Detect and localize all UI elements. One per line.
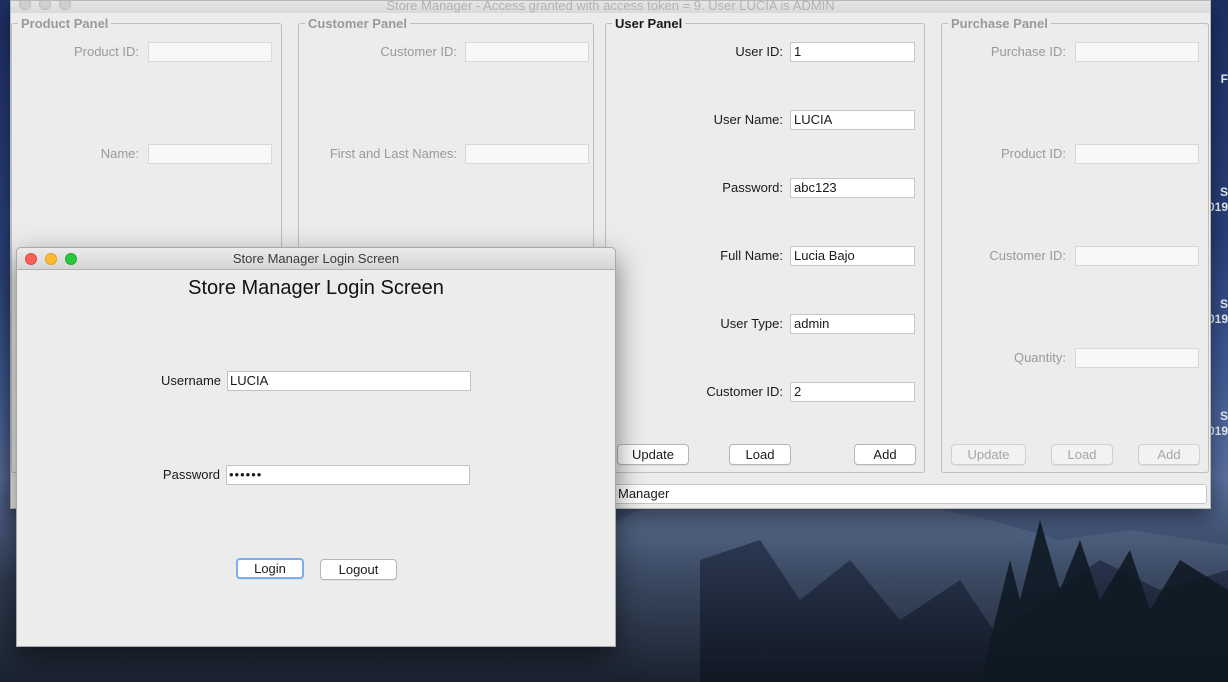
customer-id-field[interactable] xyxy=(465,42,589,62)
user-id-label: User ID: xyxy=(735,44,783,59)
full-name-label: Full Name: xyxy=(720,248,783,263)
purchase-id-field[interactable] xyxy=(1075,42,1199,62)
user-id-field[interactable]: 1 xyxy=(790,42,915,62)
customer-id-row: Customer ID: xyxy=(299,42,593,62)
product-name-row: Name: xyxy=(12,144,281,164)
password-row: Password •••••• xyxy=(17,465,617,485)
user-name-row: User Name: LUCIA xyxy=(606,110,924,130)
login-window-title: Store Manager Login Screen xyxy=(232,251,400,266)
user-type-row: User Type: admin xyxy=(606,314,924,334)
user-customer-id-field[interactable]: 2 xyxy=(790,382,915,402)
quantity-row: Quantity: xyxy=(942,348,1208,368)
user-name-field[interactable]: LUCIA xyxy=(790,110,915,130)
user-update-button[interactable]: Update xyxy=(617,444,689,465)
panel-title: Customer Panel xyxy=(305,16,410,31)
customer-names-field[interactable] xyxy=(465,144,589,164)
desktop-file-label[interactable]: S xyxy=(1220,297,1228,311)
window-title: Store Manager - Access granted with acce… xyxy=(386,1,835,13)
purchase-load-button[interactable]: Load xyxy=(1051,444,1113,465)
desktop-file-label[interactable]: S xyxy=(1220,409,1228,423)
password-input[interactable]: •••••• xyxy=(226,465,470,485)
password-field[interactable]: abc123 xyxy=(790,178,915,198)
customer-id-label: Customer ID: xyxy=(380,44,457,59)
purchase-customer-id-label: Customer ID: xyxy=(989,248,1066,263)
full-name-row: Full Name: Lucia Bajo xyxy=(606,246,924,266)
main-titlebar[interactable]: Store Manager - Access granted with acce… xyxy=(11,1,1210,13)
panel-title: Product Panel xyxy=(18,16,112,31)
customer-names-row: First and Last Names: xyxy=(299,144,593,164)
purchase-product-id-label: Product ID: xyxy=(1000,146,1066,161)
quantity-label: Quantity: xyxy=(1013,350,1066,365)
quantity-field[interactable] xyxy=(1075,348,1199,368)
user-customer-id-label: Customer ID: xyxy=(706,384,783,399)
customer-names-label: First and Last Names: xyxy=(329,146,457,161)
panel-title: User Panel xyxy=(612,16,686,31)
password-label: Password: xyxy=(722,180,783,195)
user-load-button[interactable]: Load xyxy=(729,444,791,465)
purchase-customer-id-row: Customer ID: xyxy=(942,246,1208,266)
login-titlebar[interactable]: Store Manager Login Screen xyxy=(17,248,615,270)
purchase-id-row: Purchase ID: xyxy=(942,42,1208,62)
product-id-label: Product ID: xyxy=(73,44,139,59)
product-name-label: Name: xyxy=(100,146,139,161)
username-label: Username xyxy=(161,373,221,388)
purchase-product-id-row: Product ID: xyxy=(942,144,1208,164)
product-id-field[interactable] xyxy=(148,42,272,62)
purchase-customer-id-field[interactable] xyxy=(1075,246,1199,266)
product-id-row: Product ID: xyxy=(12,42,281,62)
panel-title: Purchase Panel xyxy=(948,16,1051,31)
user-customer-id-row: Customer ID: 2 xyxy=(606,382,924,402)
username-input[interactable]: LUCIA xyxy=(227,371,471,391)
purchase-product-id-field[interactable] xyxy=(1075,144,1199,164)
login-heading: Store Manager Login Screen xyxy=(188,277,444,299)
purchase-update-button[interactable]: Update xyxy=(951,444,1026,465)
user-type-label: User Type: xyxy=(720,316,783,331)
purchase-add-button[interactable]: Add xyxy=(1138,444,1200,465)
purchase-panel: Purchase Panel Purchase ID: Product ID: … xyxy=(941,16,1209,473)
user-panel: User Panel User ID: 1 User Name: LUCIA P… xyxy=(605,16,925,473)
user-type-field[interactable]: admin xyxy=(790,314,915,334)
logout-button[interactable]: Logout xyxy=(320,559,397,580)
login-button[interactable]: Login xyxy=(236,558,304,579)
full-name-field[interactable]: Lucia Bajo xyxy=(790,246,915,266)
password-row: Password: abc123 xyxy=(606,178,924,198)
purchase-id-label: Purchase ID: xyxy=(990,44,1066,59)
user-add-button[interactable]: Add xyxy=(854,444,916,465)
username-row: Username LUCIA xyxy=(17,371,617,391)
login-window: Store Manager Login Screen Store Manager… xyxy=(16,247,616,647)
user-name-label: User Name: xyxy=(713,112,783,127)
password-label: Password xyxy=(162,467,220,482)
desktop-file-label[interactable]: F xyxy=(1221,72,1228,86)
desktop-file-label[interactable]: S xyxy=(1220,185,1228,199)
product-name-field[interactable] xyxy=(148,144,272,164)
user-id-row: User ID: 1 xyxy=(606,42,924,62)
